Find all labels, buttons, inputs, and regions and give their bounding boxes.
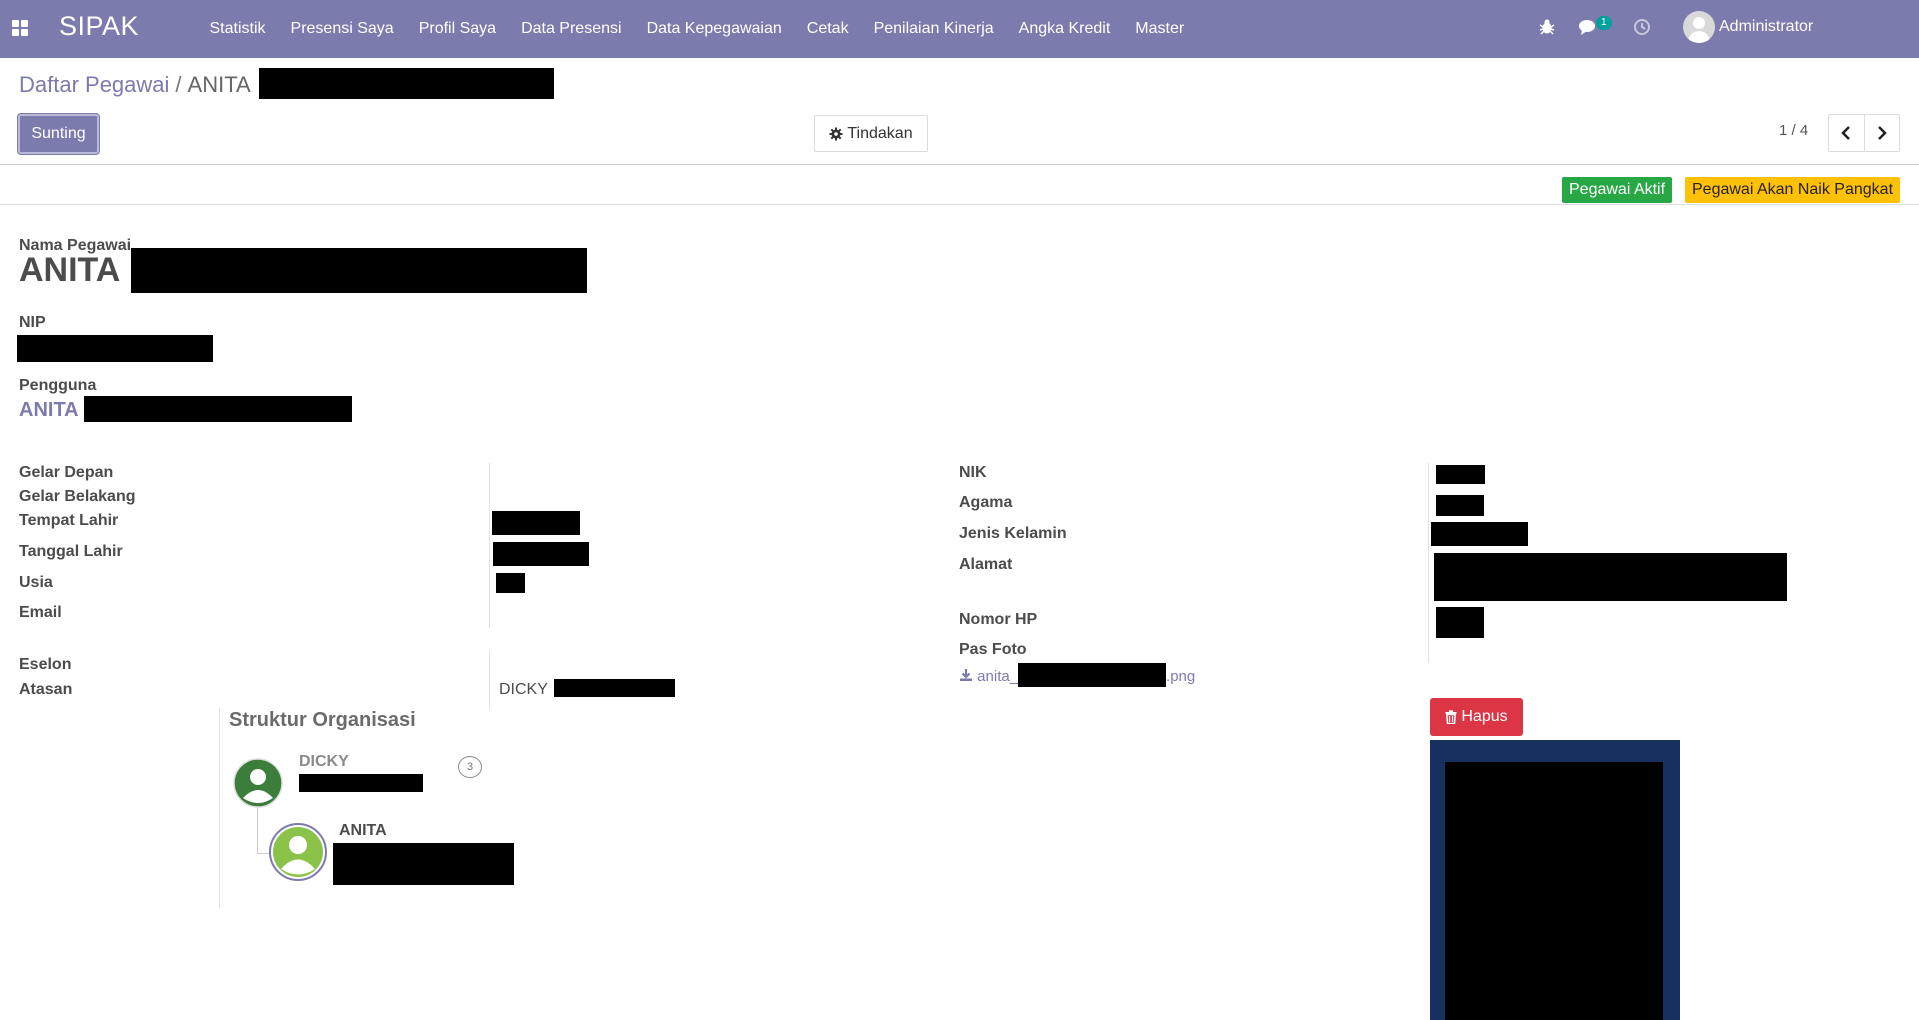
gelar-belakang-label: Gelar Belakang [19, 488, 136, 505]
pas-foto-filename-suffix: .png [1166, 667, 1196, 685]
redacted-block [1445, 762, 1663, 1020]
menu-item-master[interactable]: Master [1123, 20, 1197, 38]
alamat-label: Alamat [959, 556, 1013, 573]
status-tag-promotion[interactable]: Pegawai Akan Naik Pangkat [1685, 177, 1901, 203]
employee-name-title: ANITA [19, 247, 587, 293]
field-divider [489, 463, 490, 628]
pager-previous-button[interactable] [1829, 115, 1865, 151]
redacted-block [1018, 663, 1167, 687]
employee-photo [1430, 740, 1680, 1020]
field-divider [1428, 463, 1429, 663]
user-menu-name[interactable]: Administrator [1719, 18, 1813, 36]
clock-icon[interactable] [1632, 17, 1652, 37]
nik-label: NIK [959, 464, 987, 481]
breadcrumb-parent[interactable]: Daftar Pegawai [19, 72, 169, 97]
action-button[interactable]: Tindakan [814, 115, 928, 152]
breadcrumb: Daftar Pegawai / ANITA [19, 67, 554, 99]
usia-label: Usia [19, 574, 53, 591]
pas-foto-label: Pas Foto [959, 641, 1027, 658]
employee-name: ANITA [339, 822, 387, 839]
main-menu: Statistik Presensi Saya Profil Saya Data… [197, 0, 1197, 58]
control-panel: Daftar Pegawai / ANITA Sunting Tindakan 1 … [0, 58, 1919, 165]
download-icon [960, 668, 972, 681]
jenis-kelamin-label: Jenis Kelamin [959, 525, 1067, 542]
gear-icon [829, 127, 843, 140]
pengguna-label: Pengguna [19, 377, 97, 394]
nomor-hp-label: Nomor HP [959, 611, 1038, 628]
redacted-block [1436, 607, 1484, 638]
org-divider [219, 708, 220, 908]
redacted-block [333, 843, 514, 885]
user-avatar[interactable] [1683, 11, 1715, 43]
redacted-block [492, 511, 580, 535]
nip-label: NIP [19, 314, 46, 331]
redacted-block [496, 573, 525, 593]
pas-foto-download-link[interactable]: anita_ .png [959, 663, 1196, 687]
menu-item-profil-saya[interactable]: Profil Saya [406, 20, 508, 38]
tanggal-lahir-label: Tanggal Lahir [19, 543, 123, 560]
edit-button[interactable]: Sunting [18, 114, 99, 154]
redacted-block [258, 67, 554, 99]
menu-item-angka-kredit[interactable]: Angka Kredit [1006, 20, 1123, 38]
top-navbar: SIPAK Statistik Presensi Saya Profil Say… [0, 0, 1919, 58]
redacted-block [1434, 553, 1787, 601]
employee-name-value: ANITA [19, 251, 120, 289]
redacted-block [299, 774, 423, 792]
tempat-lahir-label: Tempat Lahir [19, 512, 119, 529]
redacted-block [84, 396, 353, 423]
pager-next-button[interactable] [1865, 115, 1900, 151]
menu-item-cetak[interactable]: Cetak [794, 20, 861, 38]
chevron-right-icon [1877, 126, 1887, 140]
email-label: Email [19, 604, 62, 621]
eselon-label: Eselon [19, 656, 72, 673]
chat-counter-badge: 1 [1596, 16, 1612, 30]
redacted-block [1436, 465, 1485, 484]
menu-item-statistik[interactable]: Statistik [197, 20, 278, 38]
manager-name[interactable]: DICKY [299, 753, 349, 771]
org-chart-title: Struktur Organisasi [229, 709, 416, 731]
bug-icon[interactable] [1537, 17, 1557, 37]
atasan-value: DICKY [499, 681, 548, 698]
redacted-block [17, 335, 213, 362]
redacted-block [493, 542, 589, 566]
status-tag-active[interactable]: Pegawai Aktif [1562, 177, 1673, 203]
chevron-left-icon [1841, 126, 1851, 140]
delete-photo-button[interactable]: Hapus [1430, 698, 1523, 736]
manager-avatar[interactable] [233, 758, 283, 808]
gelar-depan-label: Gelar Depan [19, 464, 114, 481]
apps-grid-icon[interactable] [12, 20, 28, 36]
pengguna-link[interactable]: ANITA [19, 396, 353, 423]
action-button-label: Tindakan [847, 124, 913, 142]
atasan-field[interactable]: DICKY [499, 679, 676, 699]
pengguna-value: ANITA [19, 399, 78, 421]
atasan-label: Atasan [19, 681, 73, 698]
status-bar: Pegawai Aktif Pegawai Akan Naik Pangkat [0, 165, 1919, 205]
app-brand[interactable]: SIPAK [59, 11, 139, 42]
agama-label: Agama [959, 494, 1013, 511]
subordinate-count-badge[interactable]: 3 [458, 756, 482, 778]
pager-buttons [1828, 114, 1900, 152]
redacted-block [554, 679, 676, 698]
breadcrumb-current: ANITA [187, 72, 250, 97]
menu-item-penilaian-kinerja[interactable]: Penilaian Kinerja [861, 20, 1006, 38]
org-tree-line [257, 808, 258, 853]
chat-icon[interactable] [1578, 17, 1598, 37]
pas-foto-filename-prefix: anita_ [977, 667, 1019, 685]
field-divider [489, 650, 490, 710]
trash-icon [1445, 710, 1457, 724]
menu-item-presensi-saya[interactable]: Presensi Saya [278, 20, 406, 38]
pager-value[interactable]: 1 / 4 [1779, 122, 1808, 139]
menu-item-data-presensi[interactable]: Data Presensi [509, 20, 635, 38]
breadcrumb-separator: / [175, 72, 182, 97]
redacted-block [1436, 495, 1484, 516]
redacted-block [1431, 522, 1528, 546]
redacted-block [130, 247, 587, 293]
menu-item-data-kepegawaian[interactable]: Data Kepegawaian [634, 20, 794, 38]
delete-photo-label: Hapus [1461, 708, 1508, 725]
employee-avatar[interactable] [268, 822, 328, 882]
